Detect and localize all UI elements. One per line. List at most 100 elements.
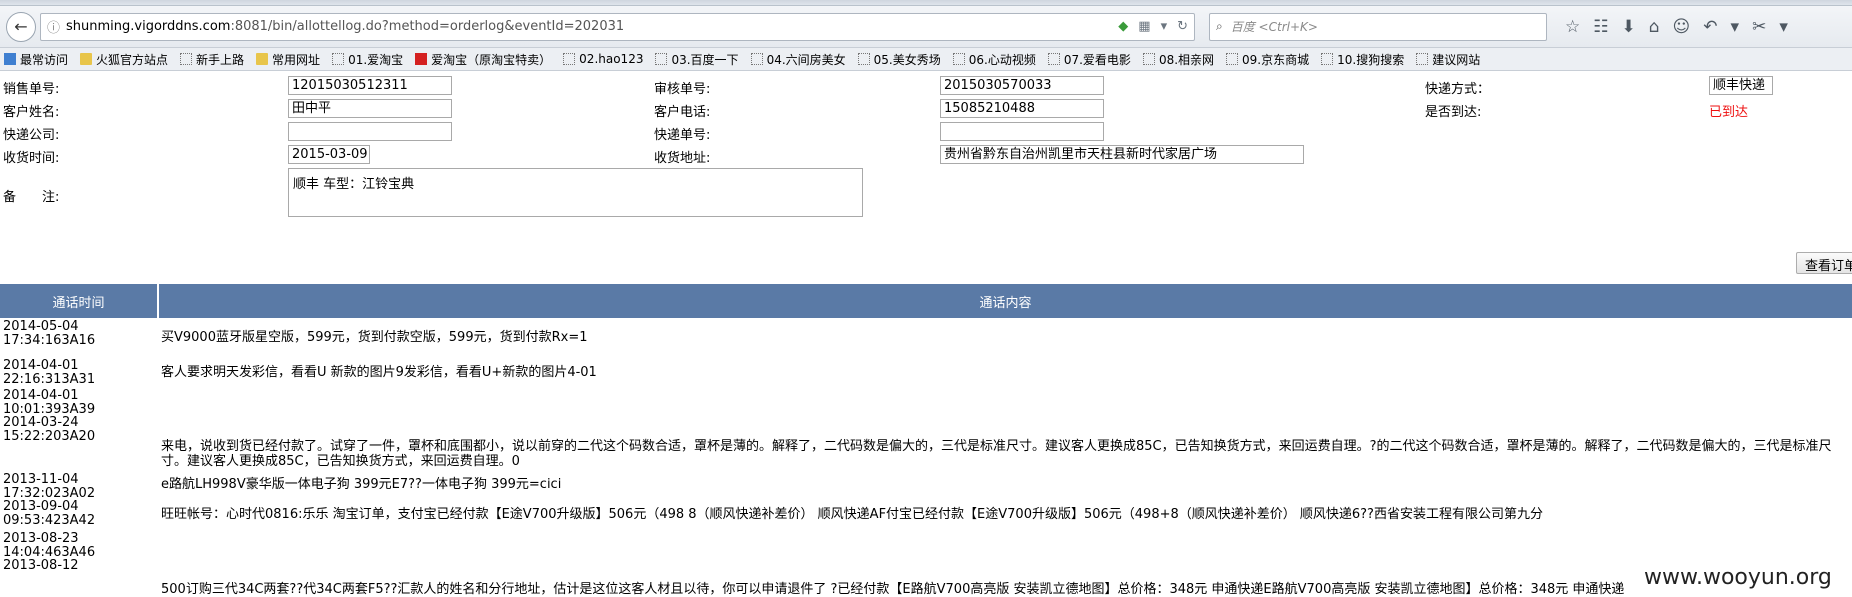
back-arrow-icon: ← — [14, 17, 28, 36]
taobao-icon — [415, 53, 428, 65]
info-icon[interactable]: ⓘ — [47, 17, 60, 36]
call-time-cell: 2013-11-04 17:32:023A02 — [3, 472, 96, 501]
bookmark-label: 01.爱淘宝 — [348, 52, 404, 67]
call-log-row: 2013-08-23 14:04:463A46 — [0, 530, 1852, 560]
page-icon — [1321, 53, 1334, 65]
reading-list-icon[interactable]: ☷ — [1593, 17, 1608, 37]
page-icon — [1047, 53, 1060, 65]
qr-code-icon[interactable]: ▦ — [1138, 19, 1150, 34]
bookmarks-toolbar: 最常访问 火狐官方站点 新手上路 常用网址 01.爱淘宝 爱淘宝（原淘宝特卖） 02.hao… — [0, 48, 1852, 71]
download-icon[interactable]: ⬇ — [1622, 17, 1636, 37]
receive-time-label: 收货时间: — [3, 151, 60, 166]
call-log-row: 2013-09-04 09:53:423A42 旺旺帐号：心时代0816:乐乐 淘… — [0, 498, 1852, 530]
call-content-header: 通话内容 — [159, 284, 1852, 318]
call-time-cell: 2013-09-04 09:53:423A42 — [3, 499, 96, 528]
view-order-button[interactable]: 查看订单 — [1796, 252, 1852, 274]
call-time-cell: 2013-08-23 14:04:463A46 — [3, 531, 96, 560]
bookmark-item[interactable]: 火狐官方站点 — [80, 51, 168, 68]
crop-icon[interactable]: ✂ — [1752, 17, 1766, 37]
shield-icon[interactable]: ◆ — [1118, 19, 1128, 34]
audit-number-label: 审核单号: — [654, 82, 711, 97]
bookmark-label: 08.相亲网 — [1158, 52, 1215, 67]
call-time-cell: 2013-08-12 — [3, 558, 79, 573]
bookmark-item[interactable]: 04.六间房美女 — [750, 51, 846, 68]
bookmark-item[interactable]: 建议网站 — [1416, 51, 1480, 68]
call-content-cell: 500订购三代34C两套??代34C两套F5??汇款人的姓名和分行地址，估计是这… — [161, 582, 1625, 597]
reload-icon[interactable]: ↻ — [1177, 19, 1188, 34]
bookmark-label: 07.爱看电影 — [1063, 52, 1131, 67]
page-icon — [1416, 53, 1429, 65]
dropdown-icon[interactable]: ▾ — [1161, 19, 1168, 34]
audit-number-field[interactable]: 2015030570033 — [940, 76, 1104, 95]
bookmark-item[interactable]: 新手上路 — [180, 51, 244, 68]
url-path: :8081/bin/allottellog.do?method=orderlog… — [230, 19, 625, 34]
bookmark-label: 02.hao123 — [579, 52, 644, 66]
receive-time-field[interactable]: 2015-03-09 — [288, 145, 370, 164]
shipping-method-field[interactable]: 顺丰快递 — [1709, 76, 1773, 95]
call-content-cell — [159, 530, 1852, 557]
bookmark-label: 04.六间房美女 — [766, 52, 846, 67]
call-log-row: 2014-04-01 10:01:393A39 — [0, 387, 1852, 417]
bookmark-star-icon[interactable]: ☆ — [1565, 17, 1580, 37]
bookmark-label: 火狐官方站点 — [96, 52, 169, 67]
call-time-cell: 2014-04-01 22:16:313A31 — [3, 358, 96, 387]
watermark: www.wooyun.org — [1644, 565, 1832, 590]
remark-textarea[interactable]: 顺丰 车型：江铃宝典 — [288, 168, 863, 217]
bookmark-item[interactable]: 常用网址 — [256, 51, 320, 68]
sale-number-label: 销售单号: — [3, 82, 60, 97]
page-icon — [857, 53, 870, 65]
bookmark-item[interactable]: 10.搜狗搜索 — [1321, 51, 1404, 68]
folder-icon — [80, 53, 93, 65]
url-host: shunming.vigorddns.com — [66, 19, 231, 34]
order-form: 销售单号: 12015030512311 审核单号: 2015030570033… — [0, 72, 1852, 240]
page-icon — [563, 53, 576, 65]
call-time-cell: 2014-03-24 15:22:203A20 — [3, 415, 96, 444]
page-icon — [1142, 53, 1155, 65]
bookmark-item[interactable]: 07.爱看电影 — [1047, 51, 1131, 68]
search-placeholder: 百度 <Ctrl+K> — [1230, 20, 1318, 34]
courier-field[interactable] — [288, 122, 452, 141]
back-button[interactable]: ← — [6, 11, 36, 42]
customer-phone-field[interactable]: 15085210488 — [940, 99, 1104, 118]
bookmark-label: 05.美女秀场 — [873, 52, 941, 67]
call-content-cell — [159, 387, 1852, 414]
chat-icon[interactable]: ☺ — [1673, 17, 1691, 37]
customer-phone-label: 客户电话: — [654, 105, 711, 120]
address-field[interactable]: 贵州省黔东自治州凯里市天柱县新时代家居广场 — [940, 145, 1304, 164]
bookmark-item[interactable]: 最常访问 — [4, 51, 68, 68]
navigation-bar: ← ⓘ shunming.vigorddns.com:8081/bin/allo… — [0, 6, 1852, 48]
bookmark-label: 最常访问 — [20, 52, 69, 67]
bookmark-item[interactable]: 爱淘宝（原淘宝特卖） — [415, 51, 551, 68]
tracking-number-field[interactable] — [940, 122, 1104, 141]
address-bar[interactable]: ⓘ shunming.vigorddns.com:8081/bin/allott… — [40, 12, 1195, 41]
bookmark-label: 建议网站 — [1432, 52, 1481, 67]
bookmark-item[interactable]: 01.爱淘宝 — [332, 51, 403, 68]
folder-icon — [256, 53, 269, 65]
call-log-header: 通话时间 通话内容 — [0, 284, 1852, 318]
bookmark-item[interactable]: 02.hao123 — [563, 52, 643, 66]
home-icon[interactable]: ⌂ — [1649, 17, 1660, 37]
bookmark-item[interactable]: 06.心动视频 — [952, 51, 1036, 68]
remark-label: 备 注: — [3, 190, 60, 205]
sale-number-field[interactable]: 12015030512311 — [288, 76, 452, 95]
bookmark-label: 06.心动视频 — [968, 52, 1036, 67]
call-log-row: 2014-03-24 15:22:203A20 来电，说收到货已经付款了。试穿了一… — [0, 414, 1852, 471]
bookmark-item[interactable]: 09.京东商城 — [1226, 51, 1309, 68]
bookmark-item[interactable]: 05.美女秀场 — [857, 51, 941, 68]
call-time-header: 通话时间 — [0, 284, 159, 318]
undo-icon[interactable]: ↶ — [1703, 17, 1717, 37]
call-time-cell: 2014-05-04 17:34:163A16 — [3, 319, 96, 348]
more-dropdown-icon[interactable]: ▾ — [1779, 17, 1788, 37]
page-icon — [332, 53, 345, 65]
call-time-cell: 2014-04-01 10:01:393A39 — [3, 388, 96, 417]
page-icon — [180, 53, 193, 65]
call-content-cell: 旺旺帐号：心时代0816:乐乐 淘宝订单，支付宝已经付款【E途V700升级版】5… — [161, 506, 1543, 522]
bookmark-label: 新手上路 — [196, 52, 245, 67]
customer-name-field[interactable]: 田中平 — [288, 99, 452, 118]
call-content-cell: 客人要求明天发彩信，看看U 新款的图片9发彩信，看看U+新款的图片4-01 — [161, 364, 597, 380]
customer-name-label: 客户姓名: — [3, 105, 60, 120]
bookmark-item[interactable]: 03.百度一下 — [655, 51, 739, 68]
menu-dropdown-icon[interactable]: ▾ — [1731, 17, 1740, 37]
search-bar[interactable]: ⌕ 百度 <Ctrl+K> — [1209, 12, 1547, 41]
bookmark-item[interactable]: 08.相亲网 — [1142, 51, 1215, 68]
